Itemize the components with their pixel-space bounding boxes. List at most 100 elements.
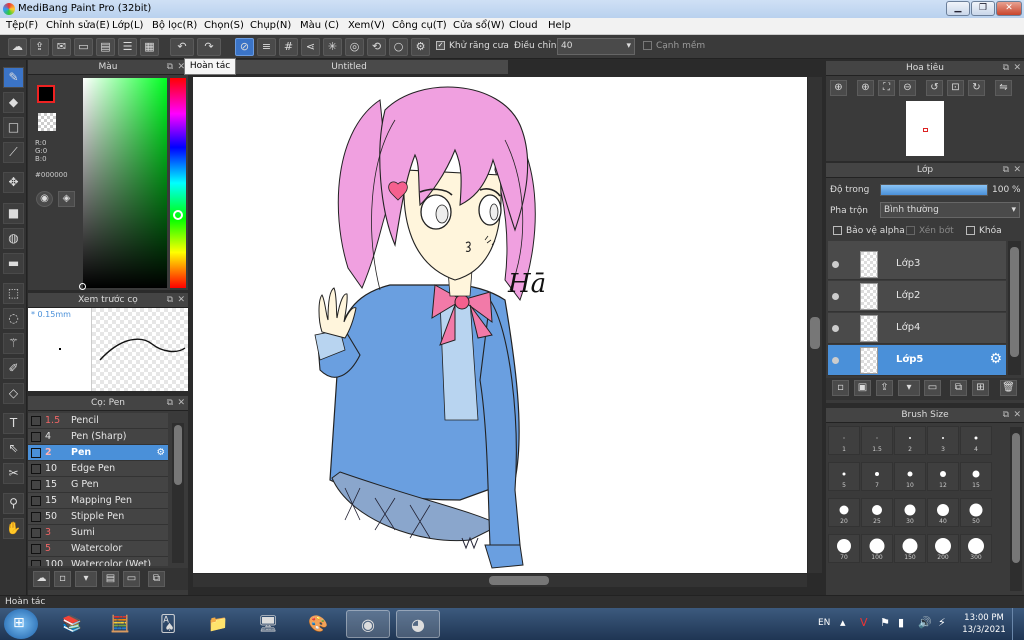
zoom-out-icon[interactable]: ⊖ <box>899 80 916 96</box>
menu-snap[interactable]: Chụp(N) <box>250 20 291 31</box>
fit-screen-icon[interactable]: ⛶ <box>878 80 895 96</box>
brush-settings-icon[interactable]: ▤ <box>102 571 119 587</box>
panel-close-icon[interactable]: ✕ <box>177 293 185 307</box>
brush-item[interactable]: 5 Watercolor <box>28 541 168 557</box>
brush-item-selected[interactable]: 2 Pen ⚙ <box>28 445 168 461</box>
menu-view[interactable]: Xem(V) <box>348 20 385 31</box>
brush-size-preset[interactable]: 25 <box>861 498 893 527</box>
scrollbar-thumb[interactable] <box>1010 247 1019 357</box>
file-explorer-icon[interactable]: 📁 <box>196 610 240 638</box>
vivaldi-tray-icon[interactable]: V <box>860 616 868 629</box>
canvas-vertical-scrollbar[interactable] <box>808 77 822 573</box>
color-history-icon[interactable]: ◈ <box>58 191 75 207</box>
grid-icon[interactable]: ▦ <box>140 38 159 56</box>
clock[interactable]: 13:00 PM 13/3/2021 <box>962 612 1006 636</box>
show-desktop-button[interactable] <box>1012 608 1024 640</box>
trash-icon[interactable]: 🗑 <box>1000 380 1017 396</box>
new-brush-icon[interactable]: ▫ <box>54 571 71 587</box>
gradient-tool-icon[interactable]: ▬ <box>3 253 24 274</box>
brush-size-preset[interactable]: 1.5 <box>861 426 893 455</box>
operation-tool-icon[interactable]: ⇖ <box>3 438 24 459</box>
primary-color-swatch[interactable] <box>37 85 55 103</box>
brush-size-preset[interactable]: 200 <box>927 534 959 563</box>
scrollbar-thumb[interactable] <box>810 317 820 349</box>
redo-icon[interactable]: ↷ <box>197 38 221 56</box>
snap-off-icon[interactable]: ⊘ <box>235 38 254 56</box>
curve-snap-icon[interactable]: ⟲ <box>367 38 386 56</box>
scrollbar-thumb[interactable] <box>1012 433 1020 563</box>
parallel-snap-icon[interactable]: ≡ <box>257 38 276 56</box>
lasso-tool-icon[interactable]: ◌ <box>3 308 24 329</box>
panel-close-icon[interactable]: ✕ <box>1013 408 1021 422</box>
cloud-icon[interactable]: ☁ <box>8 38 27 56</box>
menu-edit[interactable]: Chỉnh sửa(E) <box>46 20 110 31</box>
navigator-viewport[interactable] <box>923 128 928 132</box>
brush-list-scrollbar[interactable] <box>172 423 184 563</box>
panel-popout-icon[interactable]: ⧉ <box>1003 408 1009 422</box>
vanishing-snap-icon[interactable]: ⋖ <box>301 38 320 56</box>
brush-size-preset[interactable]: 3 <box>927 426 959 455</box>
magic-wand-tool-icon[interactable]: ⚚ <box>3 333 24 354</box>
canvas-horizontal-scrollbar[interactable] <box>193 574 807 587</box>
eye-icon[interactable] <box>832 261 839 268</box>
select-rect-tool-icon[interactable]: ⬚ <box>3 283 24 304</box>
layer-folder-icon[interactable]: ▭ <box>924 380 941 396</box>
minimize-button[interactable]: ▁ <box>946 1 970 16</box>
rotate-left-icon[interactable]: ↺ <box>926 80 943 96</box>
menu-cloud[interactable]: Cloud <box>509 20 538 31</box>
concentric-snap-icon[interactable]: ◎ <box>345 38 364 56</box>
panel-close-icon[interactable]: ✕ <box>1013 61 1021 75</box>
opacity-slider[interactable] <box>880 184 988 196</box>
brush-size-preset[interactable]: 20 <box>828 498 860 527</box>
brush-size-preset[interactable]: 40 <box>927 498 959 527</box>
gear-icon[interactable]: ⚙ <box>989 351 1002 367</box>
select-pen-tool-icon[interactable]: ✐ <box>3 358 24 379</box>
text-tool-icon[interactable]: T <box>3 413 24 434</box>
lock-checkbox[interactable] <box>966 226 975 235</box>
brush-item[interactable]: 10 Edge Pen <box>28 461 168 477</box>
brush-size-preset[interactable]: 100 <box>861 534 893 563</box>
flip-horizontal-icon[interactable]: ⇋ <box>995 80 1012 96</box>
maximize-button[interactable]: ❐ <box>971 1 995 16</box>
brush-item[interactable]: 1.5 Pencil <box>28 413 168 429</box>
zoom-in-alt-icon[interactable]: ⊕ <box>857 80 874 96</box>
smooth-edge-checkbox[interactable] <box>643 41 652 50</box>
layer-row-selected[interactable]: Lớp5 ⚙ <box>828 345 1006 376</box>
fill-rect-tool-icon[interactable]: ■ <box>3 203 24 224</box>
brush-size-preset[interactable]: 150 <box>894 534 926 563</box>
brush-item[interactable]: 15 G Pen <box>28 477 168 493</box>
brush-item[interactable]: 50 Stipple Pen <box>28 509 168 525</box>
snap-settings-icon[interactable]: ⚙ <box>411 38 430 56</box>
eraser-tool-icon[interactable]: ◆ <box>3 92 24 113</box>
menu-window[interactable]: Cửa sổ(W) <box>453 20 505 31</box>
palette-icon[interactable]: ◉ <box>36 191 53 207</box>
layer-list-scrollbar[interactable] <box>1008 241 1021 375</box>
menu-color[interactable]: Màu (C) <box>300 20 339 31</box>
winrar-icon[interactable]: 📚 <box>50 610 94 638</box>
eye-icon[interactable] <box>832 325 839 332</box>
layer-row[interactable]: Lớp3 <box>828 249 1006 280</box>
brush-size-scrollbar[interactable] <box>1010 427 1022 591</box>
new-layer-icon[interactable]: ▫ <box>832 380 849 396</box>
brush-tool-icon[interactable]: ✎ <box>3 67 24 88</box>
brush-size-preset[interactable]: 4 <box>960 426 992 455</box>
upload-layer-icon[interactable]: ⇪ <box>876 380 893 396</box>
adjust-select[interactable]: 40 ▾ <box>557 38 635 55</box>
blend-mode-select[interactable]: Bình thường ▾ <box>880 202 1020 218</box>
navigator-thumbnail[interactable] <box>906 101 944 156</box>
brush-size-preset[interactable]: 50 <box>960 498 992 527</box>
line-tool-icon[interactable]: ⟋ <box>3 142 24 163</box>
battery-icon[interactable]: ⚡ <box>938 616 946 629</box>
close-button[interactable]: ✕ <box>996 1 1022 16</box>
brush-size-preset[interactable]: 5 <box>828 462 860 491</box>
panel-popout-icon[interactable]: ⧉ <box>167 396 173 410</box>
bucket-tool-icon[interactable]: ◍ <box>3 228 24 249</box>
comment-icon[interactable]: ✉ <box>52 38 71 56</box>
circle-snap-icon[interactable]: ○ <box>389 38 408 56</box>
cloud-brush-icon[interactable]: ☁ <box>33 571 50 587</box>
panel-popout-icon[interactable]: ⧉ <box>1003 163 1009 177</box>
radial-snap-icon[interactable]: ✳ <box>323 38 342 56</box>
scrollbar-thumb[interactable] <box>489 576 549 585</box>
action-center-icon[interactable]: ⚑ <box>880 616 890 629</box>
list-icon[interactable]: ☰ <box>118 38 137 56</box>
